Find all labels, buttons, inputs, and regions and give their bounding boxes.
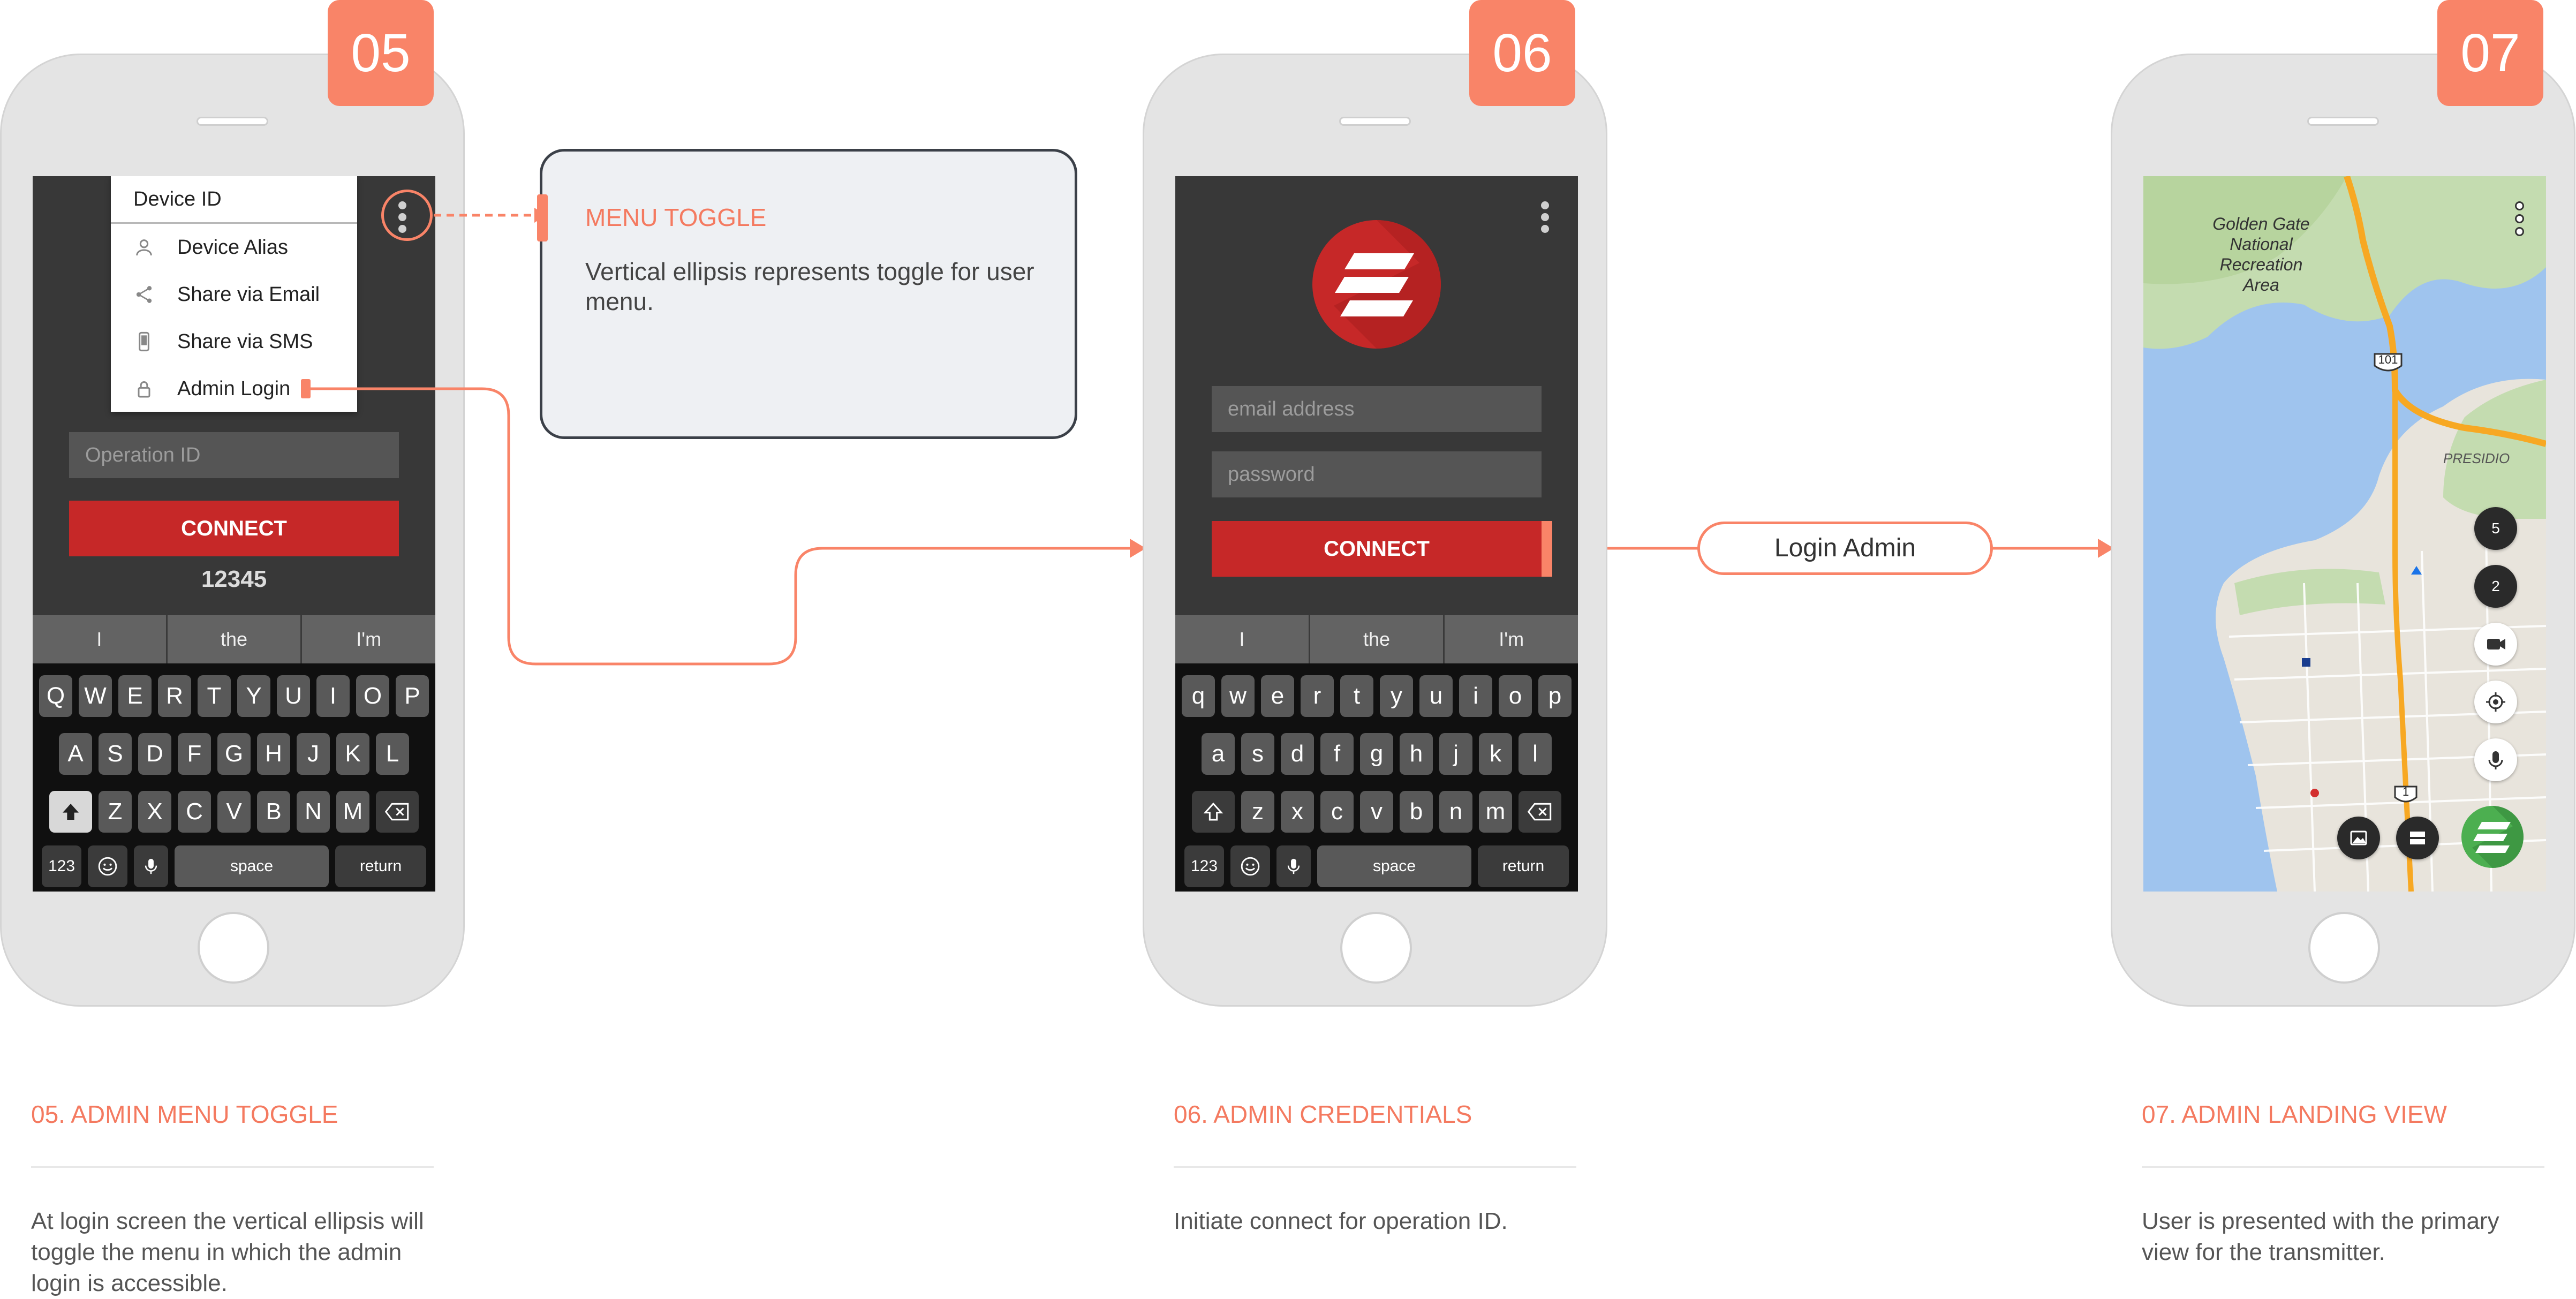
key[interactable]: f	[1320, 733, 1354, 775]
keyboard: I the I'm q w e r t y u i o p a s d f g …	[1175, 615, 1578, 892]
map-marker[interactable]	[2302, 658, 2310, 667]
email-address-input[interactable]: email address	[1212, 386, 1542, 432]
key[interactable]: m	[1479, 791, 1512, 833]
key[interactable]: i	[1459, 675, 1492, 717]
password-input[interactable]: password	[1212, 451, 1542, 497]
phone-speaker	[2307, 117, 2379, 126]
key[interactable]: u	[1419, 675, 1453, 717]
channel-2-counter-button[interactable]: 2	[2474, 565, 2517, 608]
counter-label: 5	[2491, 520, 2500, 537]
channel-5-counter-button[interactable]: 5	[2474, 507, 2517, 550]
shift-key[interactable]	[1192, 791, 1235, 833]
backspace-key[interactable]	[1519, 791, 1561, 833]
suggestion[interactable]: the	[1310, 615, 1445, 663]
home-button[interactable]	[1340, 912, 1412, 984]
backspace-icon	[1527, 803, 1552, 821]
phone-06: email address password CONNECT I the I'm…	[1143, 54, 1607, 1007]
key[interactable]: d	[1281, 733, 1314, 775]
key[interactable]: g	[1360, 733, 1393, 775]
key[interactable]: r	[1301, 675, 1334, 717]
connect-button-marker	[1542, 521, 1552, 577]
image-icon	[2350, 830, 2367, 845]
step-badge-06: 06	[1469, 0, 1575, 106]
image-button[interactable]	[2337, 817, 2380, 859]
connect-button[interactable]: CONNECT	[1212, 521, 1542, 577]
step-badge-07: 07	[2437, 0, 2543, 106]
emoji-icon	[1241, 857, 1260, 876]
numbers-key[interactable]: 123	[1184, 845, 1224, 887]
key[interactable]: w	[1221, 675, 1255, 717]
video-camera-icon	[2487, 639, 2505, 650]
suggestion[interactable]: I	[1175, 615, 1310, 663]
key[interactable]: s	[1241, 733, 1274, 775]
layers-button[interactable]	[2396, 817, 2439, 859]
key[interactable]: z	[1241, 791, 1274, 833]
route-101-label: 101	[2378, 353, 2398, 366]
key[interactable]: t	[1340, 675, 1373, 717]
step-caption-06: 06. ADMIN CREDENTIALS	[1174, 1100, 1472, 1128]
mic-key[interactable]	[1276, 845, 1311, 887]
park-label: Golden Gate National Recreation Area	[2212, 214, 2310, 294]
key[interactable]: o	[1499, 675, 1532, 717]
screen-07-map: 101 1 Golden Gate National Recreation Ar…	[2143, 176, 2546, 892]
key[interactable]: b	[1400, 791, 1433, 833]
route-1-label: 1	[2403, 785, 2409, 798]
vertical-ellipsis-icon[interactable]	[2514, 198, 2525, 240]
key[interactable]: x	[1281, 791, 1314, 833]
return-key[interactable]: return	[1478, 845, 1569, 887]
district-label: PRESIDIO	[2443, 450, 2510, 466]
step-caption-05: 05. ADMIN MENU TOGGLE	[31, 1100, 338, 1128]
space-key[interactable]: space	[1317, 845, 1471, 887]
key[interactable]: n	[1439, 791, 1472, 833]
step-description-07: User is presented with the primary view …	[2142, 1208, 2499, 1265]
suggestion[interactable]: I'm	[1445, 615, 1578, 663]
key-row-2: a s d f g h j k l	[1175, 733, 1578, 775]
key[interactable]: h	[1400, 733, 1433, 775]
route-1-shield: 1	[2394, 785, 2418, 803]
shift-icon	[1203, 802, 1223, 821]
key[interactable]: e	[1261, 675, 1294, 717]
phone-speaker	[1339, 117, 1411, 126]
caption-divider	[2142, 1166, 2544, 1168]
home-button[interactable]	[2308, 912, 2380, 984]
login-admin-flow-label: Login Admin	[1697, 522, 1993, 575]
key[interactable]: k	[1479, 733, 1512, 775]
crosshair-icon	[2486, 692, 2505, 712]
microphone-button[interactable]	[2474, 738, 2517, 781]
suggestion-bar: I the I'm	[1175, 615, 1578, 663]
my-location-button[interactable]	[2474, 681, 2517, 723]
key[interactable]: q	[1182, 675, 1215, 717]
key[interactable]: j	[1439, 733, 1472, 775]
screen-06: email address password CONNECT I the I'm…	[1175, 176, 1578, 892]
vertical-ellipsis-icon[interactable]	[1539, 198, 1550, 237]
key[interactable]: c	[1320, 791, 1354, 833]
video-button[interactable]	[2474, 623, 2517, 666]
admin-login-marker	[301, 379, 311, 398]
app-logo-button[interactable]	[2461, 806, 2524, 868]
key[interactable]: v	[1360, 791, 1393, 833]
key[interactable]: p	[1538, 675, 1572, 717]
app-logo-icon	[1312, 220, 1441, 349]
emoji-key[interactable]	[1230, 845, 1270, 887]
map-marker[interactable]	[2310, 789, 2319, 797]
key-row-3: z x c v b n m	[1175, 791, 1578, 833]
route-101-shield: 101	[2374, 353, 2403, 372]
step-description-06: Initiate connect for operation ID.	[1174, 1208, 1508, 1234]
step-caption-07: 07. ADMIN LANDING VIEW	[2142, 1100, 2447, 1128]
caption-divider	[31, 1166, 434, 1168]
key-row-1: q w e r t y u i o p	[1175, 675, 1578, 717]
caption-divider	[1174, 1166, 1576, 1168]
phone-07: 101 1 Golden Gate National Recreation Ar…	[2111, 54, 2575, 1007]
layers-icon	[2410, 832, 2425, 844]
key-row-4: 123 space return	[1175, 845, 1578, 887]
key[interactable]: l	[1519, 733, 1552, 775]
step-description-05: At login screen the vertical ellipsis wi…	[31, 1208, 424, 1296]
key[interactable]: a	[1202, 733, 1235, 775]
counter-label: 2	[2491, 578, 2500, 594]
microphone-icon	[1287, 858, 1300, 874]
microphone-icon	[2488, 751, 2503, 769]
key[interactable]: y	[1380, 675, 1413, 717]
